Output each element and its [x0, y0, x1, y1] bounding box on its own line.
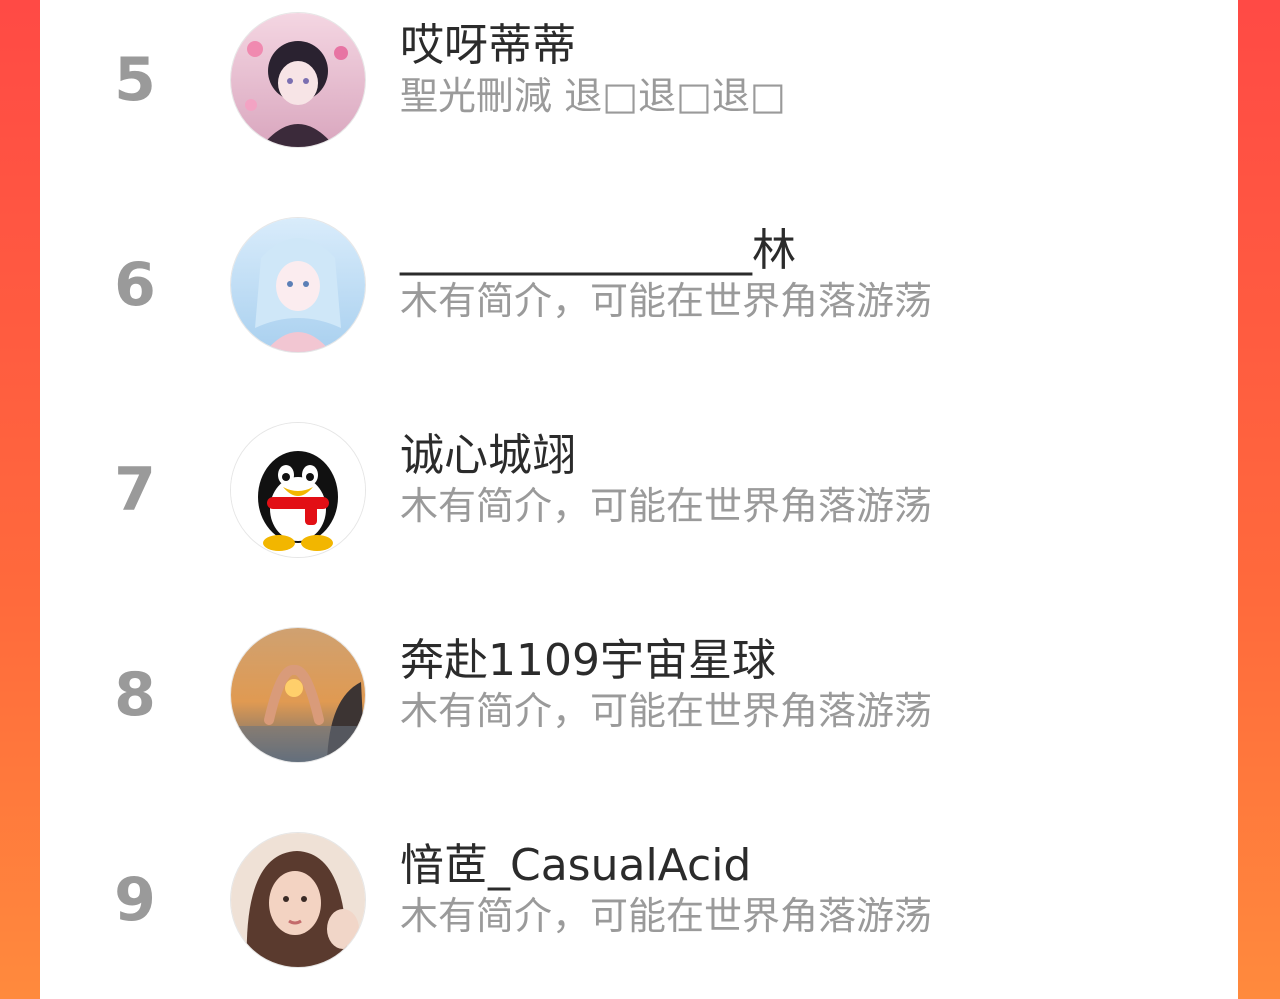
user-intro: 木有简介，可能在世界角落游荡	[400, 484, 933, 528]
list-item[interactable]: 6 ________________林 木有简介，可能在世界角落游荡	[40, 205, 1238, 365]
rank-number: 7	[114, 455, 156, 525]
list-item[interactable]: 7 诚心城翊 木有简介，可能在世界角落游荡	[40, 410, 1238, 570]
user-intro: 木有简介，可能在世界角落游荡	[400, 279, 933, 323]
user-name: ________________林	[400, 225, 796, 276]
user-name: 哎呀蒂蒂	[400, 20, 576, 71]
anime-girl-avatar-blue-icon[interactable]	[230, 217, 366, 353]
user-intro: 木有简介，可能在世界角落游荡	[400, 894, 933, 938]
sunset-heart-hands-avatar-icon[interactable]	[230, 627, 366, 763]
user-name: 奔赴1109宇宙星球	[400, 635, 776, 686]
ranking-list-panel: 5 哎呀蒂蒂 聖光刪減 退□退□退□ 6 ________________林 木…	[40, 0, 1238, 999]
rank-number: 9	[114, 865, 156, 935]
rank-number: 5	[114, 45, 156, 115]
rank-number: 8	[114, 660, 156, 730]
user-name: 愔茝_CasualAcid	[400, 840, 752, 891]
girl-portrait-avatar-icon[interactable]	[230, 832, 366, 968]
anime-girl-avatar-pink-icon[interactable]	[230, 12, 366, 148]
qq-penguin-avatar-icon[interactable]	[230, 422, 366, 558]
user-intro: 木有简介，可能在世界角落游荡	[400, 689, 933, 733]
rank-number: 6	[114, 250, 156, 320]
list-item[interactable]: 9 愔茝_CasualAcid 木有简介，可能在世界角落游荡	[40, 820, 1238, 980]
user-intro: 聖光刪減 退□退□退□	[400, 74, 786, 118]
list-item[interactable]: 8 奔赴1109宇宙星球 木有简介，可能在世界角落游荡	[40, 615, 1238, 775]
list-item[interactable]: 5 哎呀蒂蒂 聖光刪減 退□退□退□	[40, 0, 1238, 160]
user-name: 诚心城翊	[400, 430, 576, 481]
